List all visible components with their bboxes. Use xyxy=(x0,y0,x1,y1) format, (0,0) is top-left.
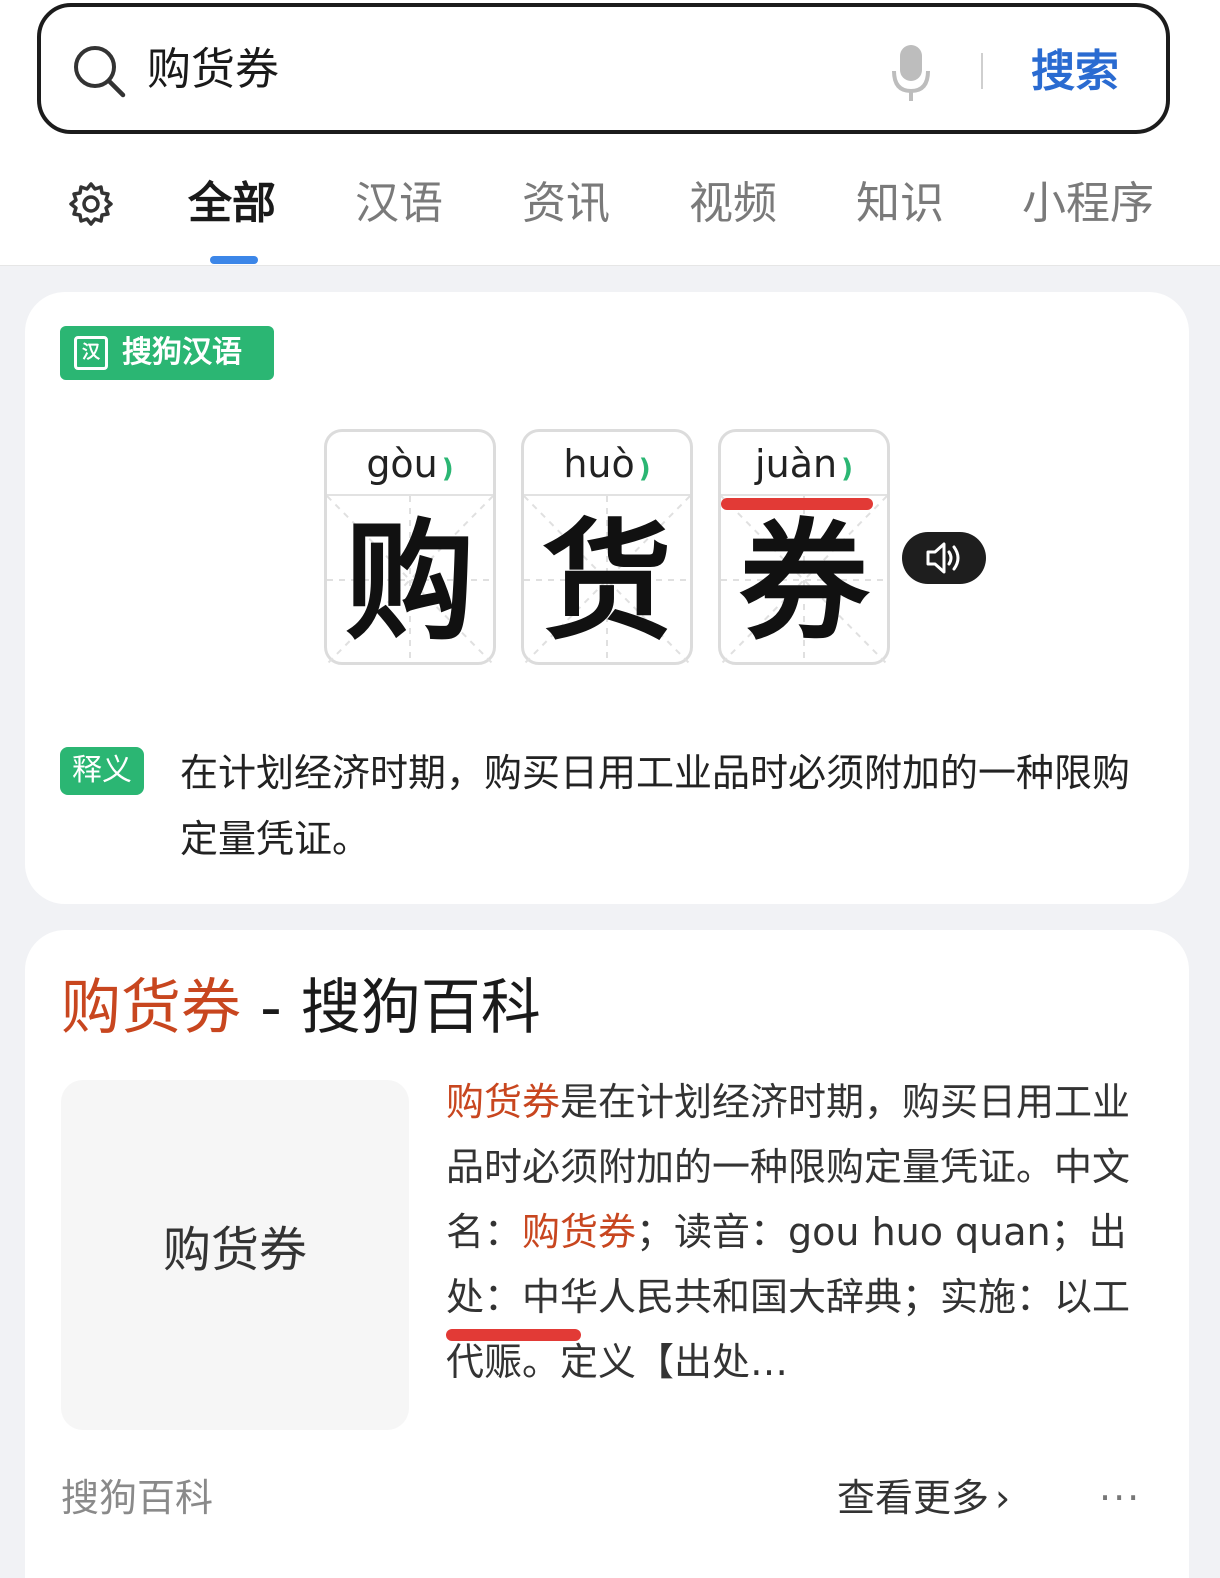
tab-all[interactable]: 全部 xyxy=(188,176,276,232)
thumbnail-text: 购货券 xyxy=(162,1222,307,1278)
pinyin[interactable]: juàn) xyxy=(721,438,887,495)
search-icon xyxy=(74,46,126,98)
result-thumbnail[interactable]: 购货券 xyxy=(61,1080,409,1430)
top-bar: 购货券 搜索 全部 汉语 资讯 视频 知识 小程序 xyxy=(0,0,1220,266)
red-annotation-underline xyxy=(446,1329,581,1341)
sound-wave-icon: ) xyxy=(638,454,651,484)
red-annotation-underline xyxy=(721,498,873,510)
chevron-right-icon: › xyxy=(995,1476,1011,1520)
speaker-icon xyxy=(926,542,960,574)
character-box[interactable]: gòu) 购 xyxy=(324,429,496,665)
definition-text: 在计划经济时期，购买日用工业品时必须附加的一种限购定量凭证。 xyxy=(180,751,1131,861)
search-divider xyxy=(981,53,983,89)
definition-tag: 释义 xyxy=(60,747,144,795)
active-tab-indicator xyxy=(210,256,258,264)
tab-mini-program[interactable]: 小程序 xyxy=(1022,176,1154,232)
search-button[interactable]: 搜索 xyxy=(1031,41,1119,103)
tab-chinese[interactable]: 汉语 xyxy=(355,176,443,232)
hanzi: 购 xyxy=(344,505,475,658)
pinyin[interactable]: huò) xyxy=(524,438,690,495)
baike-result-card[interactable]: 购货券 - 搜狗百科 购货券 购货券是在计划经济时期，购买日用工业品时必须附加的… xyxy=(25,930,1189,1578)
pinyin[interactable]: gòu) xyxy=(327,438,493,495)
character-box[interactable]: huò) 货 xyxy=(521,429,693,665)
sound-wave-icon: ) xyxy=(841,454,853,484)
search-input[interactable]: 购货券 xyxy=(147,39,279,101)
microphone-icon[interactable] xyxy=(891,43,931,103)
result-source: 搜狗百科 xyxy=(61,1476,214,1520)
view-more-link[interactable]: 查看更多 › xyxy=(837,1470,1010,1526)
dictionary-card: 汉 搜狗汉语 gòu) 购 huò) 货 juàn) 券 释义 在计划经济时期… xyxy=(25,292,1189,904)
brand-badge[interactable]: 汉 搜狗汉语 xyxy=(60,326,274,380)
sound-wave-icon: ) xyxy=(441,454,454,484)
hanzi: 货 xyxy=(541,505,672,658)
tab-news[interactable]: 资讯 xyxy=(522,176,610,232)
tab-knowledge[interactable]: 知识 xyxy=(856,176,944,232)
play-audio-button[interactable] xyxy=(902,532,986,584)
gear-icon[interactable] xyxy=(67,180,115,228)
character-box[interactable]: juàn) 券 xyxy=(718,429,890,665)
result-title[interactable]: 购货券 - 搜狗百科 xyxy=(61,970,541,1046)
tab-video[interactable]: 视频 xyxy=(689,176,777,232)
search-box[interactable]: 购货券 搜索 xyxy=(37,3,1170,134)
hanzi: 券 xyxy=(738,505,869,658)
dictionary-logo-icon: 汉 xyxy=(74,336,108,370)
result-abstract[interactable]: 购货券是在计划经济时期，购买日用工业品时必须附加的一种限购定量凭证。中文名：购货… xyxy=(446,1070,1156,1395)
brand-label: 搜狗汉语 xyxy=(122,335,242,370)
more-options-icon[interactable]: ··· xyxy=(1099,1470,1141,1526)
tab-bar: 全部 汉语 资讯 视频 知识 小程序 xyxy=(0,160,1220,264)
